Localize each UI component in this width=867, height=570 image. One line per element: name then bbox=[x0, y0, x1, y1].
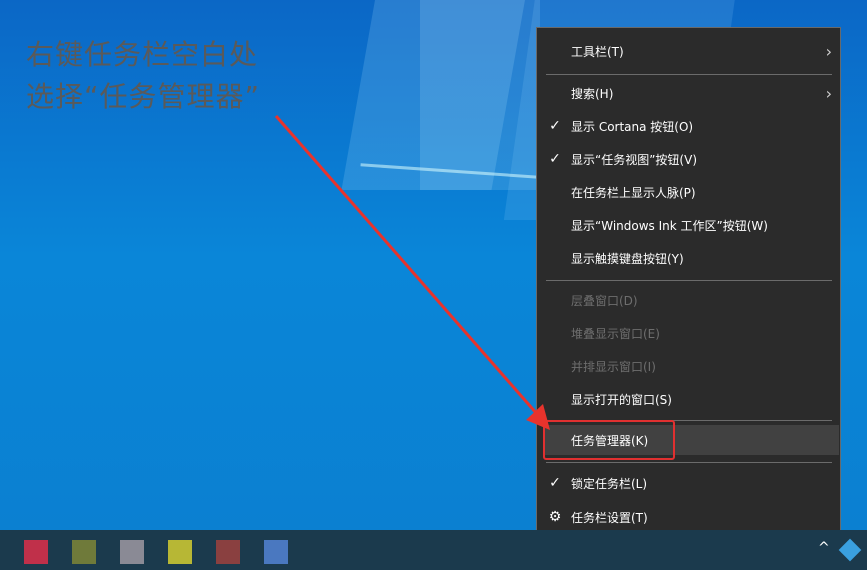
annotation-line-1: 右键任务栏空白处 bbox=[26, 38, 259, 71]
menu-item-label: 显示打开的窗口(S) bbox=[571, 392, 672, 407]
menu-item-label: 并排显示窗口(I) bbox=[571, 359, 656, 374]
menu-item-show-touch-keyboard[interactable]: 显示触摸键盘按钮(Y) bbox=[537, 243, 840, 273]
menu-item-label: 显示“任务视图”按钮(V) bbox=[571, 152, 698, 167]
check-icon: ✓ bbox=[549, 118, 561, 134]
menu-item-toolbars[interactable]: 工具栏(T) › bbox=[537, 36, 840, 66]
menu-item-label: 锁定任务栏(L) bbox=[571, 476, 648, 491]
menu-item-side-by-side-windows: 并排显示窗口(I) bbox=[537, 351, 840, 381]
annotation-line-2: 选择“任务管理器” bbox=[26, 80, 261, 113]
menu-item-label: 层叠窗口(D) bbox=[571, 293, 638, 308]
menu-item-show-people[interactable]: 在任务栏上显示人脉(P) bbox=[537, 177, 840, 207]
check-icon: ✓ bbox=[549, 151, 561, 167]
menu-item-label: 堆叠显示窗口(E) bbox=[571, 326, 660, 341]
gear-icon: ⚙ bbox=[548, 509, 562, 525]
menu-separator bbox=[546, 74, 832, 75]
menu-item-search[interactable]: 搜索(H) › bbox=[537, 78, 840, 108]
app-icon-6[interactable] bbox=[264, 540, 288, 564]
chevron-right-icon: › bbox=[825, 41, 832, 61]
menu-item-show-cortana[interactable]: ✓ 显示 Cortana 按钮(O) bbox=[537, 111, 840, 141]
task-manager-highlight-box bbox=[543, 420, 675, 460]
menu-item-show-desktop-windows[interactable]: 显示打开的窗口(S) bbox=[537, 384, 840, 414]
app-icon-3[interactable] bbox=[120, 540, 144, 564]
chevron-right-icon: › bbox=[825, 83, 832, 103]
menu-item-label: 搜索(H) bbox=[571, 86, 614, 101]
menu-separator bbox=[546, 280, 832, 281]
chevron-up-icon[interactable]: ^ bbox=[818, 540, 830, 556]
menu-item-label: 显示 Cortana 按钮(O) bbox=[571, 119, 694, 134]
app-icon-2[interactable] bbox=[72, 540, 96, 564]
app-icon-5[interactable] bbox=[216, 540, 240, 564]
menu-item-lock-taskbar[interactable]: ✓ 锁定任务栏(L) bbox=[537, 468, 840, 498]
taskbar-context-menu: 工具栏(T) › 搜索(H) › ✓ 显示 Cortana 按钮(O) ✓ 显示… bbox=[536, 27, 841, 541]
menu-item-taskbar-settings[interactable]: ⚙ 任务栏设置(T) bbox=[537, 502, 840, 532]
menu-item-label: 工具栏(T) bbox=[571, 44, 624, 59]
menu-item-show-task-view[interactable]: ✓ 显示“任务视图”按钮(V) bbox=[537, 144, 840, 174]
menu-item-label: 显示触摸键盘按钮(Y) bbox=[571, 251, 684, 266]
app-icon-1[interactable] bbox=[24, 540, 48, 564]
check-icon: ✓ bbox=[549, 475, 561, 491]
menu-item-label: 显示“Windows Ink 工作区”按钮(W) bbox=[571, 218, 768, 233]
instruction-annotation: 右键任务栏空白处 选择“任务管理器” bbox=[26, 34, 260, 118]
app-icon-4[interactable] bbox=[168, 540, 192, 564]
menu-item-cascade-windows: 层叠窗口(D) bbox=[537, 285, 840, 315]
menu-item-show-windows-ink[interactable]: 显示“Windows Ink 工作区”按钮(W) bbox=[537, 210, 840, 240]
menu-item-label: 任务栏设置(T) bbox=[571, 510, 648, 525]
menu-item-label: 在任务栏上显示人脉(P) bbox=[571, 185, 696, 200]
menu-separator bbox=[546, 462, 832, 463]
menu-item-stack-windows: 堆叠显示窗口(E) bbox=[537, 318, 840, 348]
